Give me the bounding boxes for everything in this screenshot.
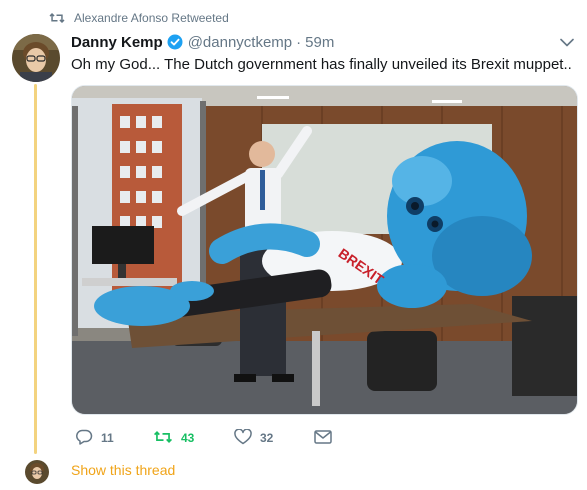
tweet-actions: 11 43 32	[71, 428, 391, 448]
reply-icon	[75, 429, 93, 448]
retweet-context: Alexandre Afonso Retweeted	[49, 10, 229, 26]
tweet-photo[interactable]: BREXIT	[71, 85, 578, 415]
thread-line	[34, 84, 37, 454]
header-separator: ·	[296, 33, 302, 51]
reply-button[interactable]: 11	[75, 428, 114, 448]
show-thread-link[interactable]: Show this thread	[71, 462, 175, 478]
like-button[interactable]: 32	[234, 428, 273, 448]
tweet-header: Danny Kemp @dannyctkemp · 59m	[71, 33, 334, 51]
retweet-button[interactable]: 43	[153, 428, 194, 448]
like-count: 32	[260, 431, 274, 445]
tweet-timestamp[interactable]: 59m	[305, 34, 334, 51]
retweet-icon	[49, 12, 65, 24]
author-handle[interactable]: @dannyctkemp	[188, 34, 292, 51]
author-name[interactable]: Danny Kemp	[71, 34, 163, 51]
direct-message-button[interactable]	[314, 428, 332, 448]
verified-badge-icon	[167, 34, 183, 50]
heart-icon	[234, 428, 252, 448]
tweet-text: Oh my God... The Dutch government has fi…	[71, 56, 571, 73]
thread-avatar[interactable]	[25, 460, 49, 484]
envelope-icon	[314, 429, 332, 447]
avatar[interactable]	[12, 34, 60, 82]
retweet-context-text[interactable]: Alexandre Afonso Retweeted	[74, 11, 229, 25]
chevron-down-icon[interactable]	[559, 36, 575, 48]
tweet[interactable]: Alexandre Afonso Retweeted Danny Kemp @d…	[0, 0, 587, 490]
retweet-count: 43	[181, 431, 195, 445]
reply-count: 11	[101, 431, 114, 445]
retweet-icon	[153, 430, 173, 447]
